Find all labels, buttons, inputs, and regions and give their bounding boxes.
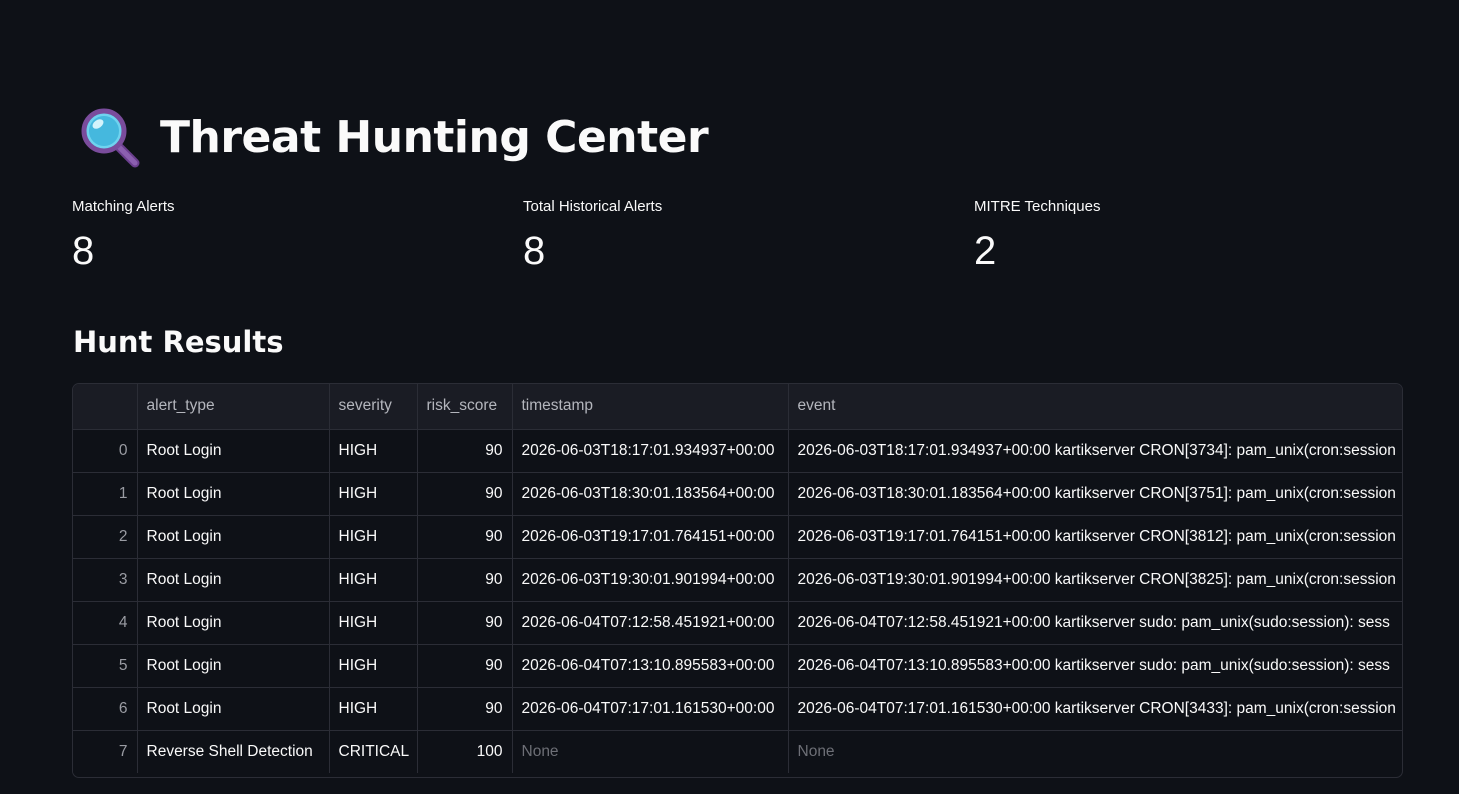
cell-risk-score[interactable]: 90	[417, 472, 513, 516]
row-index: 1	[73, 472, 138, 516]
metric-label: Matching Alerts	[72, 198, 175, 215]
cell-timestamp[interactable]: 2026-06-03T18:30:01.183564+00:00	[512, 472, 789, 516]
metric-value: 8	[72, 229, 95, 273]
cell-risk-score[interactable]: 90	[417, 687, 513, 731]
column-header-event[interactable]: event	[788, 384, 1402, 430]
cell-timestamp[interactable]: None	[512, 730, 789, 773]
cell-severity[interactable]: CRITICAL	[329, 730, 418, 773]
row-index: 2	[73, 515, 138, 559]
metric-value: 8	[523, 229, 546, 273]
page-title: Threat Hunting Center	[160, 111, 709, 163]
cell-alert-type[interactable]: Root Login	[137, 472, 330, 516]
cell-event[interactable]: 2026-06-03T19:17:01.764151+00:00 kartiks…	[788, 515, 1402, 559]
column-header-index[interactable]	[73, 384, 138, 430]
cell-event[interactable]: 2026-06-04T07:13:10.895583+00:00 kartiks…	[788, 644, 1402, 688]
table-row[interactable]: 0 Root Login HIGH 90 2026-06-03T18:17:01…	[73, 429, 1402, 473]
cell-timestamp[interactable]: 2026-06-03T19:30:01.901994+00:00	[512, 558, 789, 602]
cell-event[interactable]: 2026-06-03T18:30:01.183564+00:00 kartiks…	[788, 472, 1402, 516]
cell-alert-type[interactable]: Root Login	[137, 644, 330, 688]
metric-label: MITRE Techniques	[974, 198, 1101, 215]
row-index: 4	[73, 601, 138, 645]
page: Threat Hunting Center Matching Alerts 8 …	[0, 0, 1459, 794]
cell-severity[interactable]: HIGH	[329, 687, 418, 731]
column-header-timestamp[interactable]: timestamp	[512, 384, 789, 430]
cell-event[interactable]: None	[788, 730, 1402, 773]
row-index: 3	[73, 558, 138, 602]
cell-timestamp[interactable]: 2026-06-03T18:17:01.934937+00:00	[512, 429, 789, 473]
column-header-alert-type[interactable]: alert_type	[137, 384, 330, 430]
cell-severity[interactable]: HIGH	[329, 472, 418, 516]
table-row[interactable]: 6 Root Login HIGH 90 2026-06-04T07:17:01…	[73, 687, 1402, 731]
cell-risk-score[interactable]: 90	[417, 601, 513, 645]
row-index: 6	[73, 687, 138, 731]
cell-risk-score[interactable]: 90	[417, 644, 513, 688]
cell-timestamp[interactable]: 2026-06-04T07:12:58.451921+00:00	[512, 601, 789, 645]
metric-value: 2	[974, 229, 997, 273]
metric-mitre-techniques: MITRE Techniques 2	[974, 197, 1100, 275]
table-row[interactable]: 4 Root Login HIGH 90 2026-06-04T07:12:58…	[73, 601, 1402, 645]
table-row[interactable]: 2 Root Login HIGH 90 2026-06-03T19:17:01…	[73, 515, 1402, 559]
cell-alert-type[interactable]: Root Login	[137, 687, 330, 731]
cell-risk-score[interactable]: 90	[417, 558, 513, 602]
table-row[interactable]: 7 Reverse Shell Detection CRITICAL 100 N…	[73, 730, 1402, 773]
hunt-results-heading: Hunt Results	[73, 325, 284, 359]
cell-event[interactable]: 2026-06-04T07:17:01.161530+00:00 kartiks…	[788, 687, 1402, 731]
cell-severity[interactable]: HIGH	[329, 429, 418, 473]
table-row[interactable]: 3 Root Login HIGH 90 2026-06-03T19:30:01…	[73, 558, 1402, 602]
cell-timestamp[interactable]: 2026-06-04T07:13:10.895583+00:00	[512, 644, 789, 688]
cell-severity[interactable]: HIGH	[329, 515, 418, 559]
row-index: 7	[73, 730, 138, 773]
page-header: Threat Hunting Center	[78, 104, 709, 170]
cell-alert-type[interactable]: Root Login	[137, 429, 330, 473]
column-header-risk-score[interactable]: risk_score	[417, 384, 513, 430]
hunt-results-table[interactable]: alert_type severity risk_score timestamp…	[72, 383, 1403, 778]
cell-alert-type[interactable]: Reverse Shell Detection	[137, 730, 330, 773]
cell-timestamp[interactable]: 2026-06-03T19:17:01.764151+00:00	[512, 515, 789, 559]
cell-severity[interactable]: HIGH	[329, 644, 418, 688]
cell-severity[interactable]: HIGH	[329, 558, 418, 602]
metric-matching-alerts: Matching Alerts 8	[72, 197, 175, 275]
row-index: 5	[73, 644, 138, 688]
metric-label: Total Historical Alerts	[523, 198, 663, 215]
column-header-severity[interactable]: severity	[329, 384, 418, 430]
cell-timestamp[interactable]: 2026-06-04T07:17:01.161530+00:00	[512, 687, 789, 731]
cell-event[interactable]: 2026-06-03T19:30:01.901994+00:00 kartiks…	[788, 558, 1402, 602]
metric-total-historical-alerts: Total Historical Alerts 8	[523, 197, 662, 275]
table-row[interactable]: 5 Root Login HIGH 90 2026-06-04T07:13:10…	[73, 644, 1402, 688]
cell-alert-type[interactable]: Root Login	[137, 558, 330, 602]
cell-risk-score[interactable]: 90	[417, 515, 513, 559]
cell-alert-type[interactable]: Root Login	[137, 601, 330, 645]
row-index: 0	[73, 429, 138, 473]
cell-risk-score[interactable]: 100	[417, 730, 513, 773]
cell-event[interactable]: 2026-06-04T07:12:58.451921+00:00 kartiks…	[788, 601, 1402, 645]
cell-event[interactable]: 2026-06-03T18:17:01.934937+00:00 kartiks…	[788, 429, 1402, 473]
results-table: alert_type severity risk_score timestamp…	[73, 384, 1402, 773]
cell-alert-type[interactable]: Root Login	[137, 515, 330, 559]
magnifying-glass-icon	[81, 108, 140, 168]
table-header-row: alert_type severity risk_score timestamp…	[73, 384, 1402, 430]
table-row[interactable]: 1 Root Login HIGH 90 2026-06-03T18:30:01…	[73, 472, 1402, 516]
cell-severity[interactable]: HIGH	[329, 601, 418, 645]
cell-risk-score[interactable]: 90	[417, 429, 513, 473]
